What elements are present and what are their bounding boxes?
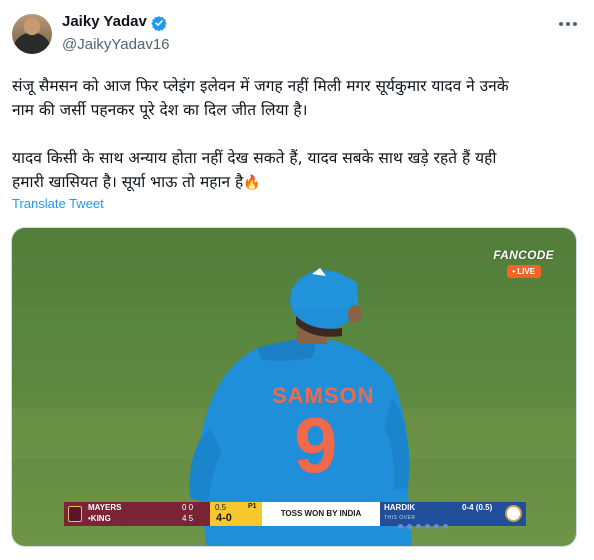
tweet-text-line: संजू सैमसन को आज फिर प्लेइंग इलेवन में ज… — [12, 77, 509, 95]
more-options-icon[interactable] — [555, 14, 581, 34]
translate-tweet-link[interactable]: Translate Tweet — [12, 196, 104, 211]
verified-badge-icon — [151, 16, 167, 31]
ball-dots — [398, 516, 488, 529]
windies-logo-icon — [68, 506, 82, 522]
jersey-number: 9 — [294, 401, 338, 489]
powerplay-indicator: P1 — [248, 503, 257, 510]
batter-score: 0 0 — [182, 503, 194, 512]
tweet-text-line: यादव किसी के साथ अन्याय होता नहीं देख सक… — [12, 149, 497, 167]
batter-name: •KING — [88, 514, 111, 523]
bcci-logo-icon — [505, 505, 522, 522]
tweet-text-line: नाम की जर्सी पहनकर पूरे देश का दिल जीत ल… — [12, 101, 308, 119]
batting-team-panel: MAYERS 0 0 •KING 4 5 — [64, 502, 210, 526]
live-badge: • LIVE — [506, 265, 541, 278]
tweet-text-line: हमारी खासियत है। सूर्या भाऊ तो महान है🔥 — [12, 170, 587, 195]
broadcaster-logo: FANCODE • LIVE — [493, 248, 554, 278]
team-total: 4-0 — [216, 512, 232, 524]
author-handle[interactable]: @JaikyYadav16 — [62, 36, 170, 53]
fancode-logo: FANCODE — [493, 248, 554, 262]
avatar[interactable] — [12, 14, 52, 54]
tweet-card: Jaiky Yadav @JaikyYadav16 संजू सैमसन को … — [0, 0, 594, 560]
batter-name: MAYERS — [88, 503, 122, 512]
fire-emoji-icon: 🔥 — [243, 175, 261, 191]
scoreboard: MAYERS 0 0 •KING 4 5 0.5 P1 4-0 TOSS WON… — [64, 502, 526, 529]
bowler-figures: 0-4 (0.5) — [462, 503, 493, 512]
bowler-name: HARDIK — [384, 503, 416, 512]
bowling-panel: HARDIK 0-4 (0.5) THIS OVER — [380, 502, 526, 529]
tweet-media-image[interactable]: FANCODE • LIVE SAMSON 9 MAYERS 0 0 •KING… — [11, 227, 577, 547]
toss-banner: TOSS WON BY INDIA — [262, 502, 380, 526]
team-score-panel: 0.5 P1 4-0 — [210, 502, 262, 526]
author-name[interactable]: Jaiky Yadav — [62, 13, 147, 30]
tweet-text: हमारी खासियत है। सूर्या भाऊ तो महान है — [12, 173, 244, 191]
batter-score: 4 5 — [182, 514, 194, 523]
overs: 0.5 — [215, 503, 227, 512]
